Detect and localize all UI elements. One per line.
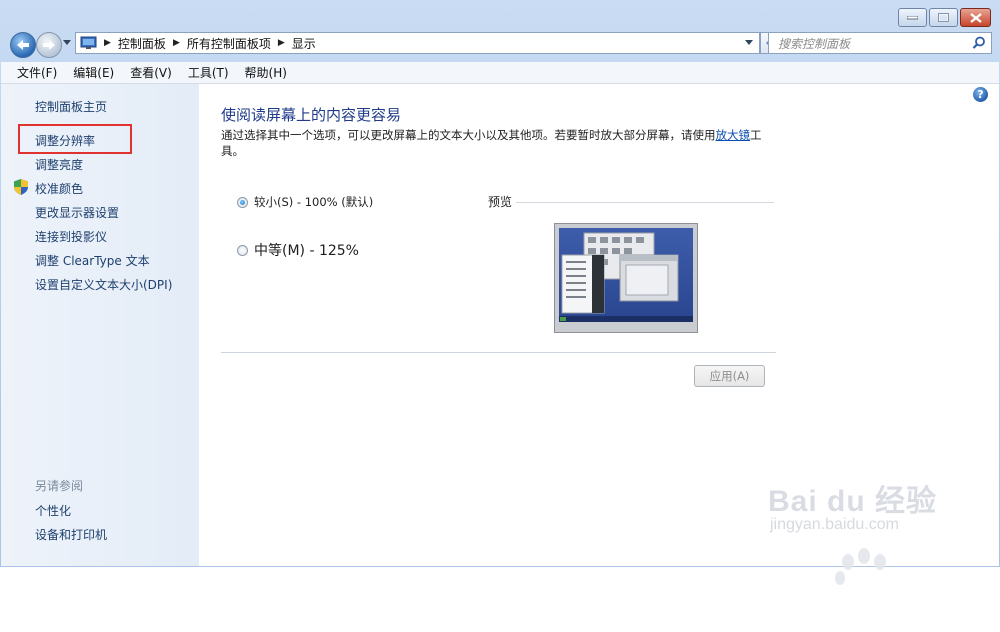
recent-pages-dropdown-icon[interactable] xyxy=(63,40,71,45)
caption-buttons xyxy=(898,8,991,27)
window-frame: ▶ 控制面板 ▶ 所有控制面板项 ▶ 显示 文件(F) 编辑(E) 查看(V) … xyxy=(0,0,1000,585)
calibrate-color-link[interactable]: 校准颜色 xyxy=(35,180,83,197)
custom-dpi-link[interactable]: 设置自定义文本大小(DPI) xyxy=(35,276,172,293)
uac-shield-icon xyxy=(14,179,28,195)
display-preview-image xyxy=(554,223,698,333)
preview-label: 预览 xyxy=(488,195,513,209)
address-dropdown-icon[interactable] xyxy=(745,40,753,45)
help-button[interactable]: ? xyxy=(973,87,988,102)
see-also-heading: 另请参阅 xyxy=(35,479,84,493)
menu-file[interactable]: 文件(F) xyxy=(9,64,65,81)
control-panel-icon xyxy=(80,36,97,49)
menu-edit[interactable]: 编辑(E) xyxy=(65,64,122,81)
watermark-brand: Bai du 经验 xyxy=(768,485,938,518)
connect-projector-link[interactable]: 连接到投影仪 xyxy=(35,228,107,245)
breadcrumb-control-panel[interactable]: 控制面板 xyxy=(118,35,166,52)
breadcrumb-separator-icon: ▶ xyxy=(172,38,180,48)
navigation-bar: ▶ 控制面板 ▶ 所有控制面板项 ▶ 显示 xyxy=(8,31,992,58)
devices-printers-link[interactable]: 设备和打印机 xyxy=(35,526,107,543)
option-smaller-label: 较小(S) - 100% (默认) xyxy=(254,195,374,209)
breadcrumb-all-items[interactable]: 所有控制面板项 xyxy=(187,35,271,52)
breadcrumb-display[interactable]: 显示 xyxy=(292,35,316,52)
option-smaller[interactable]: 较小(S) - 100% (默认) xyxy=(237,194,373,210)
search-icon[interactable] xyxy=(972,36,986,50)
magnifier-link[interactable]: 放大镜 xyxy=(716,128,751,142)
maximize-button[interactable] xyxy=(929,8,958,27)
forward-button[interactable] xyxy=(36,32,62,58)
forward-arrow-icon xyxy=(43,40,55,50)
close-icon xyxy=(969,12,982,23)
close-button[interactable] xyxy=(960,8,991,27)
task-pane: 控制面板主页 调整分辨率 调整亮度 校准颜色 更改显示器设置 连接到投影仪 调整… xyxy=(1,84,199,566)
option-medium[interactable]: 中等(M) - 125% xyxy=(237,240,359,260)
search-input[interactable] xyxy=(776,34,960,54)
menu-tools[interactable]: 工具(T) xyxy=(180,64,237,81)
page-description: 通过选择其中一个选项，可以更改屏幕上的文本大小以及其他项。若要暂时放大部分屏幕，… xyxy=(221,127,776,159)
menu-help[interactable]: 帮助(H) xyxy=(237,64,295,81)
adjust-resolution-link[interactable]: 调整分辨率 xyxy=(35,132,95,149)
radio-smaller[interactable] xyxy=(237,196,248,208)
back-button[interactable] xyxy=(10,32,36,58)
minimize-button[interactable] xyxy=(898,8,927,27)
minimize-icon xyxy=(907,15,918,19)
option-medium-label: 中等(M) - 125% xyxy=(254,243,359,259)
radio-medium[interactable] xyxy=(237,244,248,256)
breadcrumb-separator-icon: ▶ xyxy=(277,38,285,48)
breadcrumb-separator-icon: ▶ xyxy=(104,38,111,48)
content-area: 控制面板主页 调整分辨率 调整亮度 校准颜色 更改显示器设置 连接到投影仪 调整… xyxy=(1,84,999,585)
page-title: 使阅读屏幕上的内容更容易 xyxy=(221,106,402,124)
menu-bar: 文件(F) 编辑(E) 查看(V) 工具(T) 帮助(H) xyxy=(1,62,999,84)
address-bar[interactable]: ▶ 控制面板 ▶ 所有控制面板项 ▶ 显示 xyxy=(75,32,760,54)
baidu-paw-watermark-icon xyxy=(835,548,886,585)
back-arrow-icon xyxy=(17,40,29,50)
maximize-icon xyxy=(938,13,949,22)
search-box[interactable] xyxy=(768,32,992,54)
control-panel-home-link[interactable]: 控制面板主页 xyxy=(35,98,107,115)
watermark-url: jingyan.baidu.com xyxy=(770,516,899,533)
preview-divider xyxy=(516,202,774,203)
adjust-brightness-link[interactable]: 调整亮度 xyxy=(35,156,83,173)
apply-button[interactable]: 应用(A) xyxy=(694,365,765,387)
menu-view[interactable]: 查看(V) xyxy=(122,64,180,81)
change-display-settings-link[interactable]: 更改显示器设置 xyxy=(35,204,119,221)
personalization-link[interactable]: 个性化 xyxy=(35,502,71,519)
description-text: 通过选择其中一个选项，可以更改屏幕上的文本大小以及其他项。若要暂时放大部分屏幕，… xyxy=(221,128,716,142)
content-divider xyxy=(221,352,776,353)
adjust-cleartype-link[interactable]: 调整 ClearType 文本 xyxy=(35,252,150,269)
